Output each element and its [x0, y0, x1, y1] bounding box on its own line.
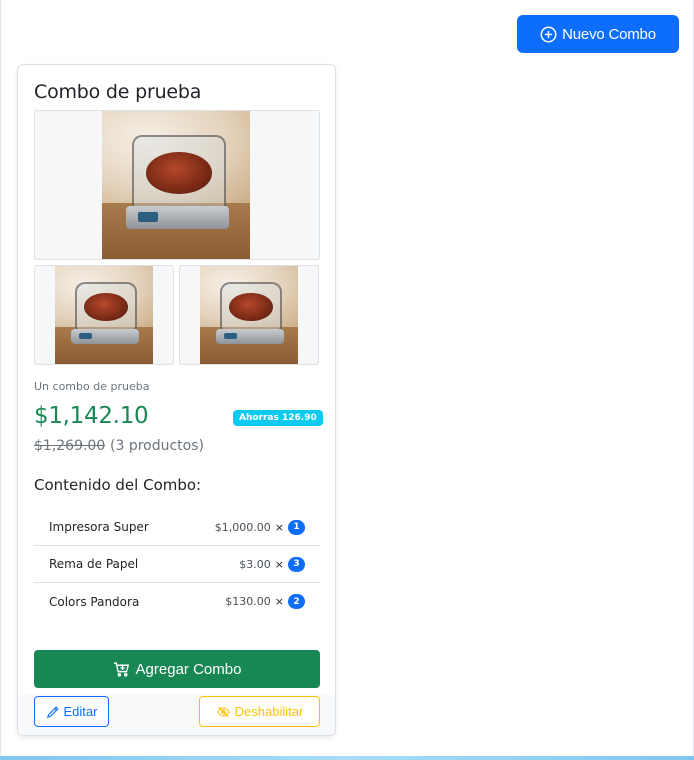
plus-circle-icon: [540, 26, 557, 43]
product-photo-thumbnail: [55, 266, 153, 364]
original-price: $1,269.00: [34, 438, 106, 454]
contents-title: Contenido del Combo:: [34, 476, 202, 494]
item-name: Impresora Super: [49, 520, 149, 534]
main-image-frame[interactable]: [34, 110, 320, 260]
bottom-accent-bar: [0, 756, 694, 760]
times-sign: ×: [274, 520, 284, 534]
new-combo-label: Nuevo Combo: [562, 25, 656, 43]
quantity-badge: 2: [288, 594, 305, 609]
product-count: (3 productos): [110, 438, 204, 454]
combo-card: Combo de prueba Un combo de prueba $1,14…: [17, 64, 336, 736]
times-sign: ×: [274, 595, 284, 608]
product-photo: [102, 111, 250, 259]
item-price: $3.00: [239, 557, 271, 571]
combo-items-list: Impresora Super $1,000.00 × 1 Rema de Pa…: [34, 509, 320, 620]
combo-description: Un combo de prueba: [34, 380, 150, 393]
pencil-icon: [46, 705, 60, 719]
new-combo-button[interactable]: Nuevo Combo: [517, 15, 679, 53]
add-combo-label: Agregar Combo: [135, 660, 242, 678]
list-item: Impresora Super $1,000.00 × 1: [34, 509, 320, 546]
eye-slash-icon: [216, 705, 231, 719]
thumbnail-frame-1[interactable]: [34, 265, 174, 365]
edit-label: Editar: [63, 704, 98, 719]
item-price: $130.00: [225, 595, 271, 608]
quantity-badge: 3: [288, 556, 305, 572]
item-name: Colors Pandora: [49, 594, 140, 609]
list-item: Colors Pandora $130.00 × 2: [34, 583, 320, 620]
edit-button[interactable]: Editar: [34, 696, 109, 727]
list-item: Rema de Papel $3.00 × 3: [34, 546, 320, 583]
cart-plus-icon: [113, 661, 130, 678]
times-sign: ×: [274, 557, 284, 571]
item-price: $1,000.00: [214, 520, 271, 534]
thumbnail-frame-2[interactable]: [179, 265, 319, 365]
item-name: Rema de Papel: [49, 557, 139, 571]
combo-title: Combo de prueba: [34, 81, 202, 103]
quantity-badge: 1: [288, 519, 305, 535]
savings-badge: Ahorras 126.90: [233, 410, 323, 426]
disable-label: Deshabilitar: [234, 704, 304, 719]
disable-button[interactable]: Deshabilitar: [199, 696, 320, 727]
product-photo-thumbnail: [200, 266, 298, 364]
combo-price: $1,142.10: [34, 403, 149, 429]
add-combo-button[interactable]: Agregar Combo: [34, 650, 320, 688]
